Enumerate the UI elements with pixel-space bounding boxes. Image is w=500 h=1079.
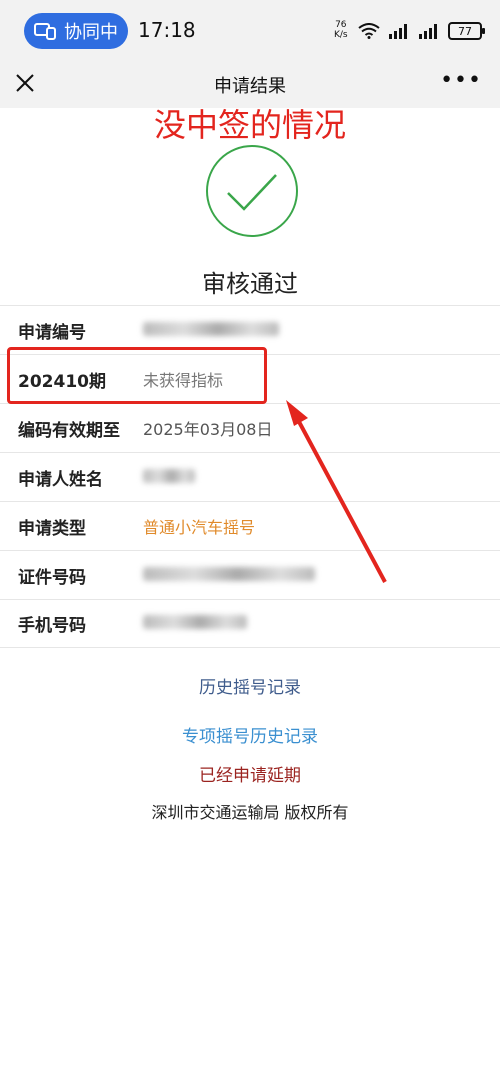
- page-title: 申请结果: [214, 76, 286, 97]
- result-title: 审核通过: [202, 270, 298, 298]
- wifi-icon: [358, 23, 380, 39]
- more-menu-icon[interactable]: •••: [440, 68, 482, 93]
- check-circle-icon: [206, 145, 298, 237]
- status-icons: 77: [358, 22, 485, 40]
- table-row: 证件号码: [0, 550, 500, 599]
- application-number-redacted: [143, 321, 279, 340]
- extension-link[interactable]: 已经申请延期: [0, 761, 500, 786]
- row-label: 申请类型: [18, 518, 86, 539]
- table-row: 申请人姓名: [0, 452, 500, 501]
- signal-icon-2: [419, 24, 437, 39]
- row-label: 编码有效期至: [18, 420, 120, 441]
- row-value: 普通小汽车摇号: [143, 518, 256, 537]
- phone-number-redacted: [143, 614, 247, 633]
- special-history-link[interactable]: 专项摇号历史记录: [0, 722, 500, 747]
- row-label: 手机号码: [18, 616, 86, 636]
- signal-icon: [389, 24, 407, 39]
- devices-icon: [34, 23, 56, 40]
- collab-label: 协同中: [64, 22, 118, 43]
- net-speed-value: 76: [335, 20, 347, 30]
- table-row: 申请类型 普通小汽车摇号: [0, 501, 500, 550]
- row-label: 申请人姓名: [18, 469, 103, 490]
- table-row: 手机号码: [0, 599, 500, 648]
- applicant-name-redacted: [143, 468, 195, 487]
- status-bar: 协同中 17:18 76 K/s 77: [0, 0, 500, 62]
- row-label: 申请编号: [18, 322, 86, 343]
- collab-pill[interactable]: 协同中: [24, 13, 128, 49]
- id-number-redacted: [143, 566, 315, 585]
- clock: 17:18: [138, 18, 196, 42]
- row-value: 2025年03月08日: [143, 420, 273, 439]
- net-speed: 76 K/s: [334, 20, 348, 40]
- history-link[interactable]: 历史摇号记录: [0, 673, 500, 698]
- table-row: 编码有效期至 2025年03月08日: [0, 403, 500, 452]
- annotation-highlight-box: [7, 347, 267, 404]
- annotation-text: 没中签的情况: [153, 106, 346, 144]
- copyright-footer: 深圳市交通运输局 版权所有: [151, 803, 349, 822]
- net-speed-unit: K/s: [334, 30, 348, 40]
- battery-icon: 77: [448, 22, 485, 40]
- row-label: 证件号码: [18, 567, 86, 588]
